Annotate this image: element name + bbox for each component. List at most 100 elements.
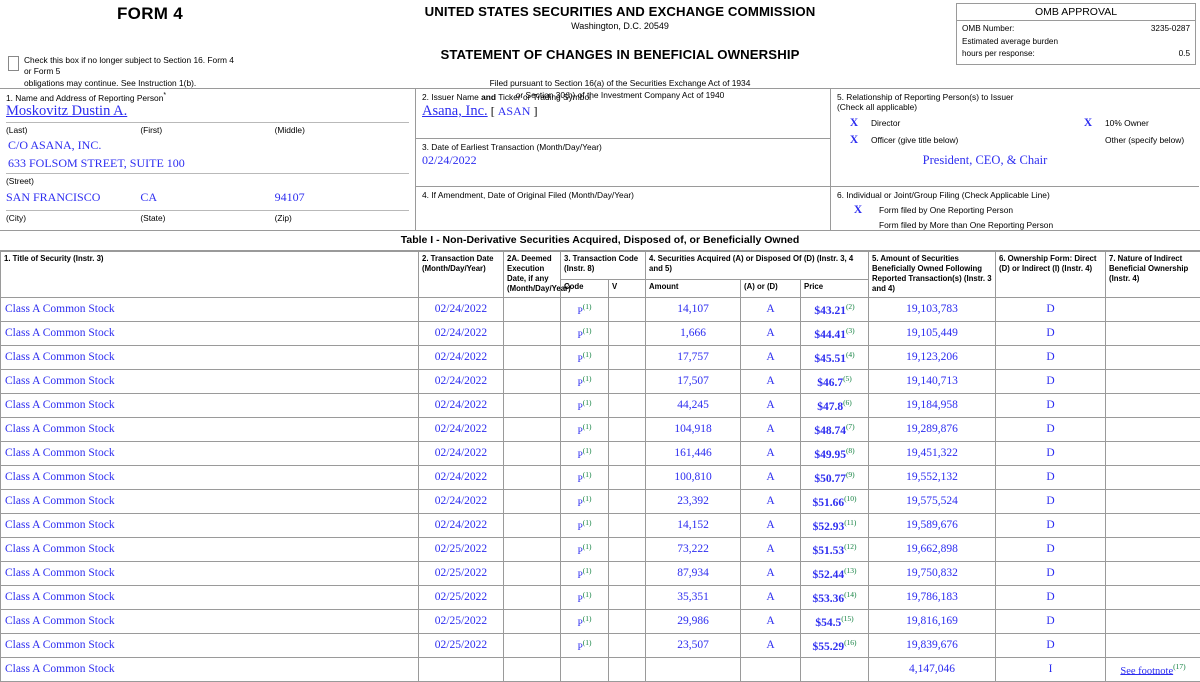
table-row: Class A Common Stock02/24/2022P(1)44,245…: [1, 393, 1200, 417]
footnote-ref[interactable]: (2): [846, 302, 855, 311]
footnote-ref[interactable]: (1): [583, 446, 592, 455]
security-title-link[interactable]: Class A Common Stock: [5, 327, 115, 339]
footnote-ref[interactable]: (11): [844, 518, 856, 527]
footnote-ref[interactable]: (1): [583, 350, 592, 359]
footnote-ref[interactable]: (3): [846, 326, 855, 335]
footnote-ref[interactable]: (10): [844, 494, 857, 503]
cell-amount: 44,245: [646, 393, 741, 417]
officer-checkbox-mark[interactable]: X: [837, 134, 871, 146]
cell-shares-owned-following: 19,575,524: [869, 489, 996, 513]
cell-amount: [646, 657, 741, 681]
security-title-link[interactable]: Class A Common Stock: [5, 567, 115, 579]
footnote-ref[interactable]: (9): [846, 470, 855, 479]
cell-price: [801, 657, 869, 681]
box3-label: 3. Date of Earliest Transaction (Month/D…: [422, 142, 824, 152]
security-title-link[interactable]: Class A Common Stock: [5, 303, 115, 315]
footnote-ref[interactable]: (16): [844, 638, 857, 647]
cell-amount: 23,392: [646, 489, 741, 513]
table-row: Class A Common Stock02/24/2022P(1)23,392…: [1, 489, 1200, 513]
cell-deemed-execution-date: [504, 633, 561, 657]
footnote-ref[interactable]: (1): [583, 398, 592, 407]
table-row: Class A Common Stock02/25/2022P(1)23,507…: [1, 633, 1200, 657]
footnote-ref[interactable]: (4): [846, 350, 855, 359]
security-title-link[interactable]: Class A Common Stock: [5, 375, 115, 387]
omb-burden-value: 0.5: [1179, 48, 1190, 61]
footnote-ref[interactable]: (1): [583, 638, 592, 647]
cell-amount: 29,986: [646, 609, 741, 633]
security-title-link[interactable]: Class A Common Stock: [5, 519, 115, 531]
table-row: Class A Common Stock02/25/2022P(1)73,222…: [1, 537, 1200, 561]
one-reporting-person-mark[interactable]: X: [837, 204, 879, 216]
footnote-ref[interactable]: (1): [583, 302, 592, 311]
footnote-ref[interactable]: (12): [844, 542, 857, 551]
cell-title-of-security: Class A Common Stock: [1, 513, 419, 537]
security-title-link[interactable]: Class A Common Stock: [5, 615, 115, 627]
security-title-link[interactable]: Class A Common Stock: [5, 399, 115, 411]
filing-row-one-person: X Form filed by One Reporting Person: [837, 204, 1193, 216]
footnote-ref[interactable]: (1): [583, 422, 592, 431]
issuer-name-link[interactable]: Asana, Inc.: [422, 103, 488, 119]
footnote-ref[interactable]: (5): [843, 374, 852, 383]
table-row: Class A Common Stock02/24/2022P(1)1,666A…: [1, 321, 1200, 345]
cell-title-of-security: Class A Common Stock: [1, 417, 419, 441]
cell-title-of-security: Class A Common Stock: [1, 441, 419, 465]
cell-ownership-form: D: [996, 321, 1106, 345]
cell-v-flag: [609, 441, 646, 465]
cell-v-flag: [609, 585, 646, 609]
footnote-ref[interactable]: (1): [583, 494, 592, 503]
director-checkbox-mark[interactable]: X: [837, 117, 871, 129]
footnote-ref[interactable]: (13): [844, 566, 857, 575]
box2-label-b: and: [481, 92, 496, 102]
security-title-link[interactable]: Class A Common Stock: [5, 639, 115, 651]
cell-amount: 73,222: [646, 537, 741, 561]
security-title-link[interactable]: Class A Common Stock: [5, 423, 115, 435]
cell-nature-of-ownership: [1106, 537, 1200, 561]
table1: 1. Title of Security (Instr. 3) 2. Trans…: [0, 251, 1200, 682]
cell-ownership-form: D: [996, 633, 1106, 657]
cell-v-flag: [609, 513, 646, 537]
ticker-symbol[interactable]: ASAN: [498, 104, 531, 118]
security-title-link[interactable]: Class A Common Stock: [5, 471, 115, 483]
footnote-ref[interactable]: (1): [583, 374, 592, 383]
table-row: Class A Common Stock02/24/2022P(1)17,757…: [1, 345, 1200, 369]
footnote-ref[interactable]: (1): [583, 542, 592, 551]
box-earliest-transaction-date: 3. Date of Earliest Transaction (Month/D…: [416, 139, 830, 187]
cell-price: $52.93(11): [801, 513, 869, 537]
table-row: Class A Common Stock02/25/2022P(1)29,986…: [1, 609, 1200, 633]
footnote-ref[interactable]: (1): [583, 566, 592, 575]
footnote-ref[interactable]: (1): [583, 518, 592, 527]
page-title: FORM 4: [0, 4, 300, 24]
cell-transaction-code: P(1): [561, 609, 609, 633]
security-title-link[interactable]: Class A Common Stock: [5, 543, 115, 555]
reporting-person-name-link[interactable]: Moskovitz Dustin A.: [6, 103, 409, 120]
table-row: Class A Common Stock4,147,046ISee footno…: [1, 657, 1200, 681]
section16-note-line1: Check this box if no longer subject to S…: [24, 55, 234, 76]
cell-v-flag: [609, 465, 646, 489]
footnote-ref[interactable]: (1): [583, 326, 592, 335]
cell-title-of-security: Class A Common Stock: [1, 489, 419, 513]
footnote-ref[interactable]: (6): [843, 398, 852, 407]
cell-amount: 17,507: [646, 369, 741, 393]
cell-price: $49.95(8): [801, 441, 869, 465]
see-footnote-link[interactable]: See footnote: [1120, 665, 1173, 676]
cell-title-of-security: Class A Common Stock: [1, 297, 419, 321]
footnote-ref[interactable]: (8): [846, 446, 855, 455]
cell-transaction-date: 02/25/2022: [419, 585, 504, 609]
security-title-link[interactable]: Class A Common Stock: [5, 351, 115, 363]
footnote-ref[interactable]: (17): [1173, 662, 1186, 671]
issuer-column: 2. Issuer Name and Ticker or Trading Sym…: [416, 89, 831, 230]
tenpercent-checkbox-mark[interactable]: X: [1071, 117, 1105, 129]
security-title-link[interactable]: Class A Common Stock: [5, 495, 115, 507]
section16-exit-checkbox[interactable]: [8, 56, 19, 71]
table-row: Class A Common Stock02/24/2022P(1)161,44…: [1, 441, 1200, 465]
omb-number-label: OMB Number:: [962, 23, 1014, 36]
footnote-ref[interactable]: (1): [583, 590, 592, 599]
footnote-ref[interactable]: (14): [844, 590, 857, 599]
security-title-link[interactable]: Class A Common Stock: [5, 447, 115, 459]
cell-acquired-or-disposed: A: [741, 345, 801, 369]
security-title-link[interactable]: Class A Common Stock: [5, 591, 115, 603]
security-title-link[interactable]: Class A Common Stock: [5, 663, 115, 675]
footnote-ref[interactable]: (7): [846, 422, 855, 431]
cell-price: $53.36(14): [801, 585, 869, 609]
footnote-ref[interactable]: (1): [583, 470, 592, 479]
